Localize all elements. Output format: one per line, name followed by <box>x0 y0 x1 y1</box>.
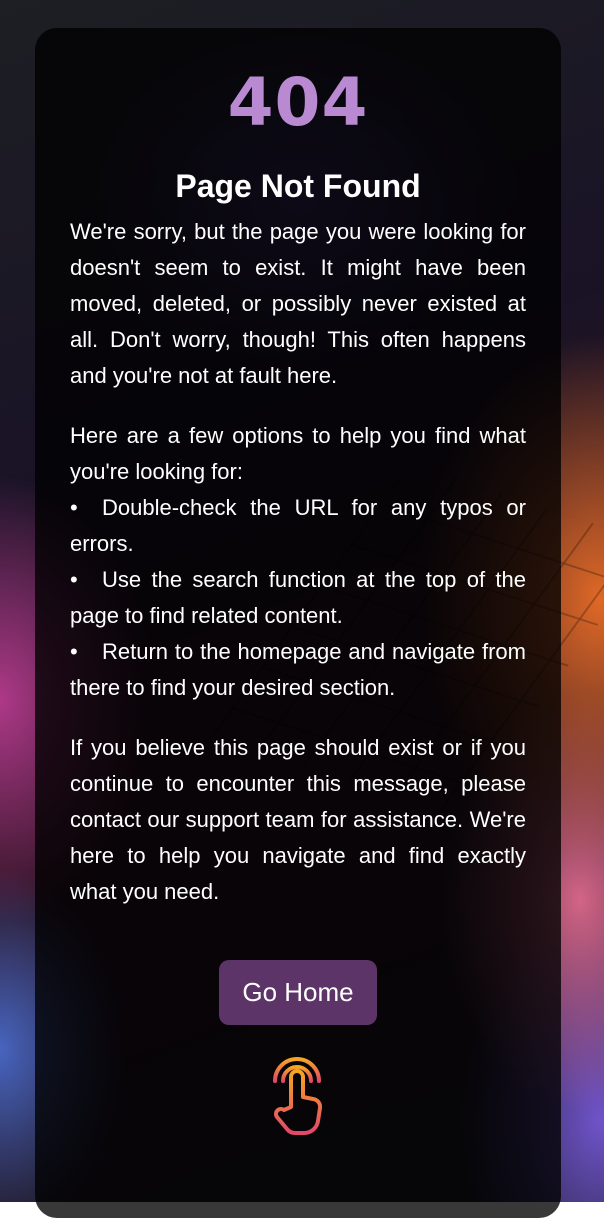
go-home-button[interactable]: Go Home <box>219 960 377 1025</box>
tap-icon-row <box>70 1047 526 1144</box>
list-item: Double-check the URL for any typos or er… <box>70 490 526 562</box>
options-list: Double-check the URL for any typos or er… <box>70 490 526 706</box>
option-text: Use the search function at the top of th… <box>70 567 526 628</box>
list-item: Use the search function at the top of th… <box>70 562 526 634</box>
button-row: Go Home <box>70 960 526 1025</box>
support-paragraph: If you believe this page should exist or… <box>70 735 526 904</box>
intro-paragraph: We're sorry, but the page you were looki… <box>70 219 526 388</box>
error-code: 404 <box>227 64 369 141</box>
option-text: Double-check the URL for any typos or er… <box>70 495 526 556</box>
tap-hand-icon <box>265 1047 331 1139</box>
error-card: 404 Page Not Found We're sorry, but the … <box>35 28 561 1218</box>
page-title: Page Not Found <box>175 168 421 204</box>
option-text: Return to the homepage and navigate from… <box>70 639 526 700</box>
list-item: Return to the homepage and navigate from… <box>70 634 526 706</box>
options-intro: Here are a few options to help you find … <box>70 423 526 484</box>
